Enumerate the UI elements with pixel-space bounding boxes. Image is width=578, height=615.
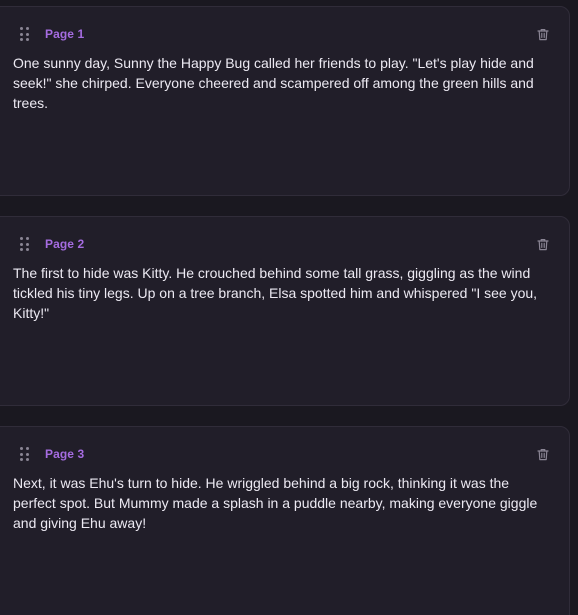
trash-icon [537, 28, 549, 40]
page-text[interactable]: The first to hide was Kitty. He crouched… [13, 263, 547, 323]
delete-page-button[interactable] [535, 446, 551, 462]
delete-page-button[interactable] [535, 236, 551, 252]
drag-handle-icon[interactable] [20, 237, 30, 251]
page-card-header: Page 3 [20, 444, 551, 464]
drag-handle-icon[interactable] [20, 27, 30, 41]
page-label: Page 1 [45, 27, 85, 41]
page-card-2: Page 2 The first to hide was Kitty. He c… [0, 216, 570, 406]
page-card-1: Page 1 One sunny day, Sunny the Happy Bu… [0, 6, 570, 196]
page-text[interactable]: Next, it was Ehu's turn to hide. He wrig… [13, 473, 547, 533]
page-card-header: Page 1 [20, 24, 551, 44]
trash-icon [537, 238, 549, 250]
page-label: Page 2 [45, 237, 85, 251]
trash-icon [537, 448, 549, 460]
page-list: Page 1 One sunny day, Sunny the Happy Bu… [0, 0, 578, 615]
page-text[interactable]: One sunny day, Sunny the Happy Bug calle… [13, 53, 547, 113]
page-card-header: Page 2 [20, 234, 551, 254]
delete-page-button[interactable] [535, 26, 551, 42]
page-card-3: Page 3 Next, it was Ehu's turn to hide. … [0, 426, 570, 615]
page-label: Page 3 [45, 447, 85, 461]
drag-handle-icon[interactable] [20, 447, 30, 461]
